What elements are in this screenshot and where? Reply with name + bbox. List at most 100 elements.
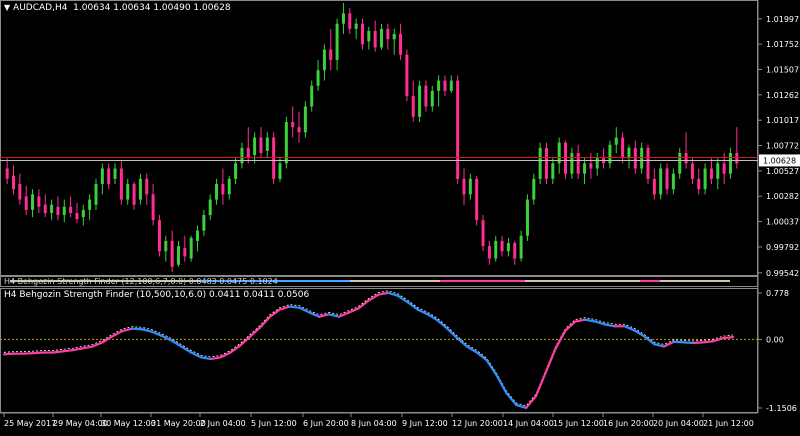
candle-body [380, 28, 384, 48]
candle-body [360, 23, 364, 45]
oscillator-segment [416, 308, 429, 316]
candle-body [253, 137, 257, 156]
oscillator-segment [288, 305, 301, 309]
oscillator-segment [337, 311, 350, 318]
chevron-down-icon[interactable]: ▼ [4, 3, 10, 12]
oscillator-values: 0.0411 0.0411 0.0506 [208, 290, 310, 300]
price-tick-label: 1.01017 [766, 116, 799, 125]
oscillator-segment [81, 345, 94, 350]
candle-body [12, 175, 16, 190]
oscillator-tick-label: 0.778 [766, 289, 789, 298]
oscillator-tick-label: 0.00 [766, 335, 784, 344]
oscillator-segment [446, 327, 459, 340]
candle-body [475, 178, 479, 221]
candle-body [5, 168, 9, 179]
candle-body [418, 85, 422, 117]
candle-body [367, 30, 371, 42]
candle-body [94, 184, 98, 205]
time-tick-label: 12 Jun 20:00 [452, 419, 503, 428]
candle-body [519, 235, 523, 259]
candle-body [18, 184, 22, 200]
candle-body [113, 168, 117, 179]
oscillator-header: H4 Behgozin Strength Finder (10,500,10,6… [4, 290, 309, 300]
oscillator-segment [367, 293, 380, 302]
candle-body [81, 209, 85, 218]
candle-body [373, 30, 377, 48]
trading-chart-window[interactable]: 1.01997 1.01752 1.01507 1.01262 1.01017 1.007… [0, 0, 800, 432]
candle-body [722, 163, 726, 174]
strip-header: H4 Behgozin Strength Finder (12,100,6,7,… [4, 277, 278, 286]
candle-body [100, 168, 104, 185]
oscillator-segment [643, 335, 656, 346]
candle-body [119, 168, 123, 200]
main-pane-frame [0, 0, 758, 276]
candle-body [24, 196, 28, 210]
oscillator-segment [71, 347, 84, 352]
time-tick-label: 14 Jun 04:00 [503, 419, 554, 428]
candle-body [62, 206, 66, 216]
price-tick-label: 1.00037 [766, 218, 799, 227]
candle-body [240, 147, 244, 164]
candle-body [164, 240, 168, 252]
oscillator-segment [229, 344, 242, 354]
candle-body [107, 168, 111, 185]
candle-body [678, 153, 682, 174]
candle-body [487, 246, 491, 259]
oscillator-segment [475, 351, 488, 362]
strip-values: 0.0483 0.0475 0.1024 [188, 277, 278, 286]
price-tick-label: 0.99792 [766, 243, 799, 252]
candle-body [297, 127, 301, 133]
oscillator-segment [712, 337, 725, 343]
candle-body [75, 213, 79, 220]
price-level-lines [0, 156, 758, 161]
oscillator-segment [525, 394, 538, 410]
time-tick-label: 6 Jun 20:00 [303, 419, 349, 428]
candle-body [538, 147, 542, 179]
candle-body [544, 147, 548, 179]
oscillator-segment [377, 291, 390, 296]
oscillator-segment [249, 326, 262, 338]
candle-body [703, 168, 707, 190]
oscillator-segment [505, 391, 518, 407]
candle-body [671, 173, 675, 190]
price-tick-label: 1.01752 [766, 40, 799, 49]
oscillator-segment [357, 299, 370, 310]
time-tick-label: 8 Jun 04:00 [351, 419, 397, 428]
price-tick-label: 1.01507 [766, 66, 799, 75]
candle-body [132, 184, 136, 205]
time-tick-label: 30 May 12:00 [101, 419, 156, 428]
candle-body [646, 147, 650, 179]
time-tick-label: 15 Jun 12:00 [553, 419, 604, 428]
candle-body [405, 54, 409, 97]
chart-header: ▼ AUDCAD,H4 1.00634 1.00634 1.00490 1.00… [4, 3, 231, 13]
oscillator-segment [564, 320, 577, 332]
candle-body [151, 194, 155, 221]
candle-body [329, 49, 333, 60]
oscillator-segment [209, 356, 222, 361]
oscillator-segment [239, 335, 252, 347]
candle-body [621, 137, 625, 159]
oscillator-segment [396, 294, 410, 304]
candle-body [564, 142, 568, 174]
candle-body [310, 85, 314, 107]
oscillator-segment [702, 340, 715, 344]
candle-body [551, 163, 555, 179]
candle-body [595, 158, 599, 169]
candle-body [430, 90, 434, 107]
candle-body [494, 240, 498, 259]
oscillator-series [0, 290, 758, 410]
candle-body [640, 147, 644, 169]
candle-body [652, 178, 656, 195]
chart-canvas[interactable]: 1.01997 1.01752 1.01507 1.01262 1.01017 1.007… [0, 0, 800, 432]
candle-body [633, 147, 637, 169]
oscillator-segment [180, 345, 193, 354]
candle-body [215, 184, 219, 200]
candle-body [449, 80, 453, 91]
oscillator-segment [387, 291, 400, 297]
candle-body [189, 237, 193, 259]
candle-body [424, 85, 428, 107]
time-tick-label: 21 Jun 12:00 [703, 419, 754, 428]
candle-body [665, 168, 669, 190]
oscillator-segment [495, 374, 508, 395]
candle-body [335, 23, 339, 60]
